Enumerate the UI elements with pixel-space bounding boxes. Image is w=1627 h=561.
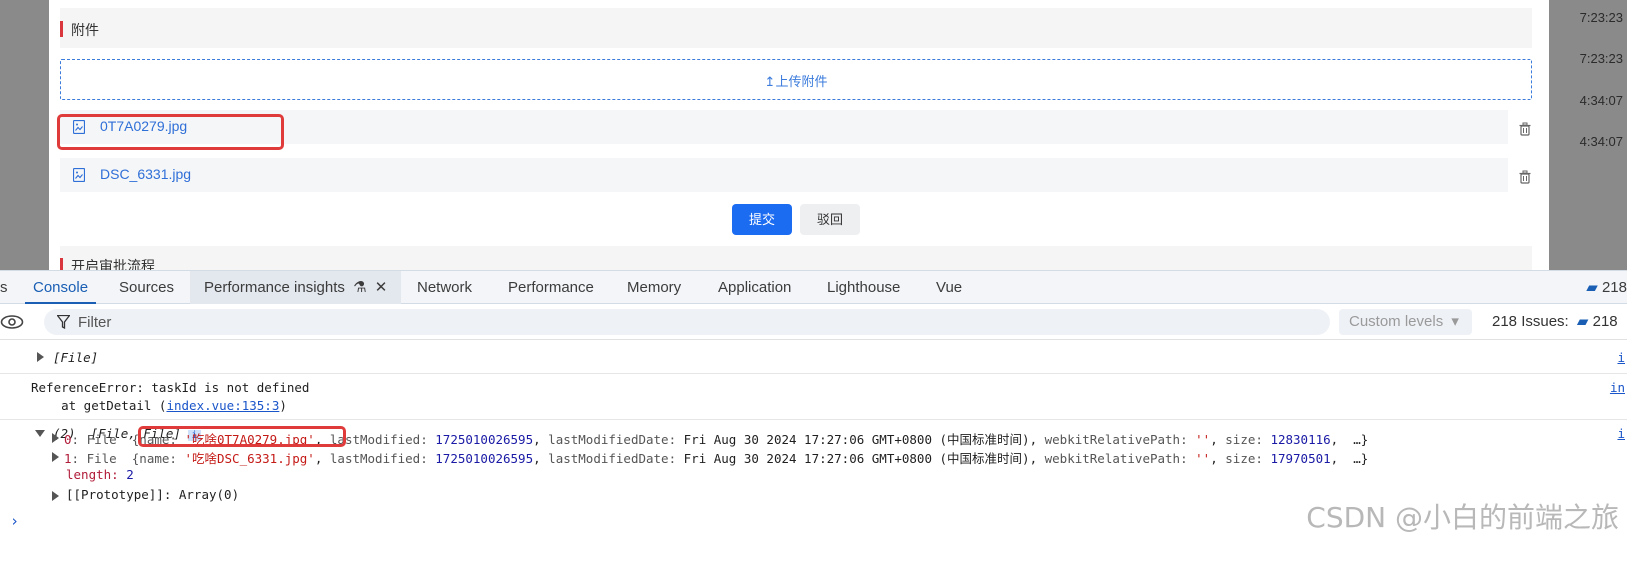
file-name-link[interactable]: DSC_6331.jpg xyxy=(100,166,191,182)
error-source-link[interactable]: index.vue:135:3 xyxy=(166,398,279,413)
tab-vue[interactable]: Vue xyxy=(936,271,962,304)
array-entry-1[interactable]: 1: File {name: '吃啥DSC_6331.jpg', lastMod… xyxy=(64,448,1368,467)
file-list-item[interactable]: DSC_6331.jpg xyxy=(60,158,1508,192)
expand-caret-icon[interactable] xyxy=(52,433,59,443)
tab-application[interactable]: Application xyxy=(718,271,791,304)
close-icon[interactable]: ✕ xyxy=(375,279,388,296)
image-file-icon xyxy=(73,120,85,134)
console-toolbar: Filter Custom levels ▾ 218 Issues: ▰ 218 xyxy=(0,304,1627,340)
issues-badge[interactable]: ▰ 218 xyxy=(1586,271,1627,304)
message-icon: ▰ xyxy=(1586,279,1598,296)
flask-icon: ⚗ xyxy=(353,279,367,296)
levels-label: Custom levels xyxy=(1349,313,1444,330)
submit-button[interactable]: 提交 xyxy=(732,204,792,235)
tab-lighthouse[interactable]: Lighthouse xyxy=(827,271,900,304)
side-time: 4:34:07 xyxy=(1579,134,1623,149)
tab-console[interactable]: Console xyxy=(24,271,97,304)
expand-caret-icon[interactable] xyxy=(52,452,59,462)
console-prompt-chevron-icon[interactable]: › xyxy=(10,512,19,530)
filter-icon xyxy=(57,315,70,329)
side-time: 4:34:07 xyxy=(1579,93,1623,108)
filter-input[interactable]: Filter xyxy=(44,309,1330,335)
tab-sources[interactable]: Sources xyxy=(119,271,174,304)
source-link[interactable]: i xyxy=(1617,350,1625,365)
tab-performance-insights[interactable]: Performance insights ⚗ ✕ xyxy=(190,271,401,304)
delete-icon[interactable] xyxy=(1518,122,1532,136)
tab-network[interactable]: Network xyxy=(417,271,472,304)
file-list-item[interactable]: 0T7A0279.jpg xyxy=(60,110,1508,144)
error-message: ReferenceError: taskId is not defined xyxy=(31,380,310,395)
eye-icon[interactable] xyxy=(0,314,24,330)
attachments-section-header: 附件 xyxy=(60,8,1532,48)
issues-count: 218 xyxy=(1592,313,1618,330)
array-prototype[interactable]: [[Prototype]]: Array(0) xyxy=(66,487,239,502)
array-length: length: 2 xyxy=(66,467,134,482)
upload-icon: ↥ xyxy=(764,74,776,89)
filter-placeholder: Filter xyxy=(78,314,112,331)
upload-label: 上传附件 xyxy=(775,74,828,89)
tab-label: Performance insights xyxy=(204,279,345,296)
divider xyxy=(0,373,1627,374)
source-link[interactable]: i xyxy=(1617,426,1625,441)
issues-counter[interactable]: 218 Issues: ▰ 218 xyxy=(1492,312,1618,330)
delete-icon[interactable] xyxy=(1518,170,1532,184)
issues-badge-count: 218 xyxy=(1601,279,1627,296)
devtools-tab-bar: s Console Sources Performance insights ⚗… xyxy=(0,270,1627,304)
upload-attachment-button[interactable]: ↥上传附件 xyxy=(60,59,1532,100)
tab-memory[interactable]: Memory xyxy=(627,271,681,304)
reject-button[interactable]: 驳回 xyxy=(800,204,860,235)
side-time: 7:23:23 xyxy=(1579,51,1623,66)
expand-caret-icon[interactable] xyxy=(37,352,44,362)
console-log-file[interactable]: [File] xyxy=(53,350,98,365)
tab-performance[interactable]: Performance xyxy=(508,271,594,304)
side-time: 7:23:23 xyxy=(1579,10,1623,25)
image-file-icon xyxy=(73,168,85,182)
section-title: 附件 xyxy=(71,22,99,38)
source-link[interactable]: in xyxy=(1610,380,1625,395)
expand-caret-icon[interactable] xyxy=(52,491,59,501)
section-accent-bar xyxy=(60,21,63,37)
watermark: CSDN @小白的前端之旅 xyxy=(1306,501,1619,534)
divider xyxy=(0,419,1627,420)
side-time-column: 7:23:23 7:23:23 4:34:07 4:34:07 xyxy=(1562,0,1627,270)
chevron-down-icon: ▾ xyxy=(1451,313,1459,330)
custom-levels-dropdown[interactable]: Custom levels ▾ xyxy=(1339,309,1472,335)
collapse-caret-icon[interactable] xyxy=(35,430,45,437)
array-entry-0[interactable]: 0: File {name: '吃啥0T7A0279.jpg', lastMod… xyxy=(64,429,1368,448)
file-name-link[interactable]: 0T7A0279.jpg xyxy=(100,118,187,134)
tab-elements-partial[interactable]: s xyxy=(0,271,8,304)
error-stack-line: at getDetail (index.vue:135:3) xyxy=(31,398,287,413)
message-icon: ▰ xyxy=(1576,313,1589,330)
issues-label: 218 Issues: xyxy=(1492,313,1569,330)
